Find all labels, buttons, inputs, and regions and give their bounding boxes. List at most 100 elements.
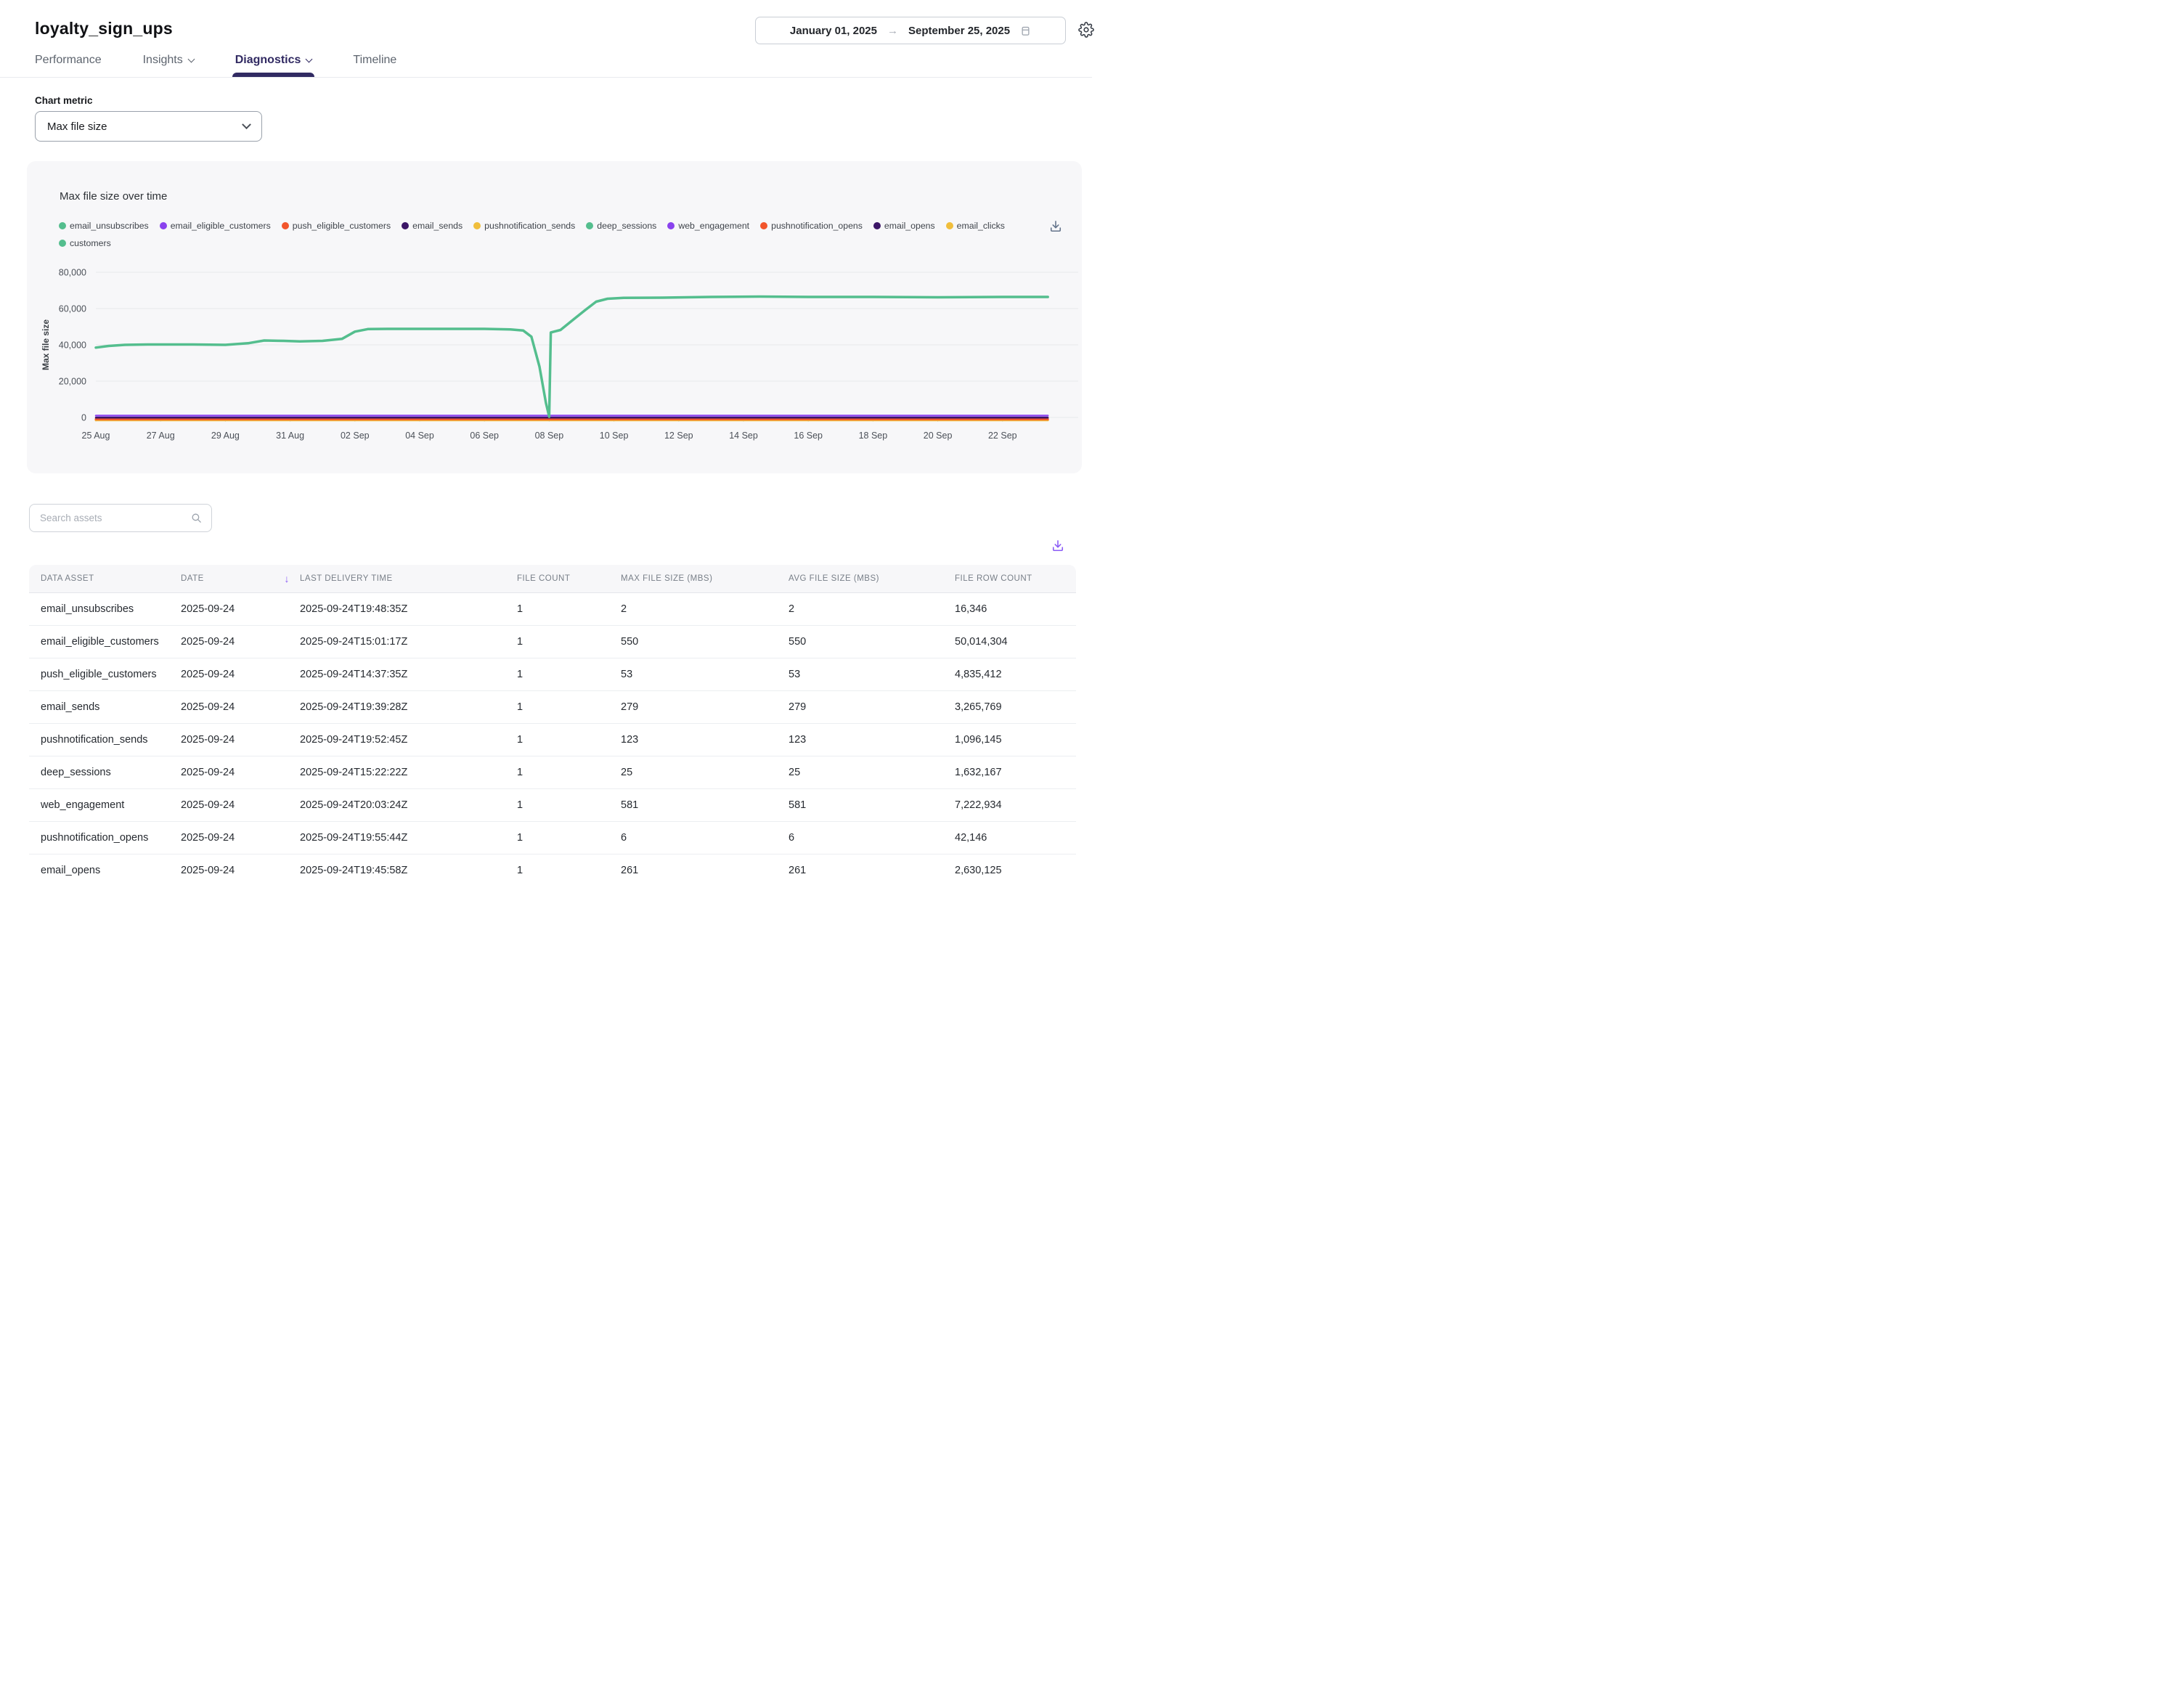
tab-insights[interactable]: Insights	[143, 54, 194, 76]
tab-label: Insights	[143, 54, 183, 66]
legend-label: push_eligible_customers	[293, 221, 391, 231]
cell: 2025-09-24T19:48:35Z	[300, 592, 517, 625]
cell: email_sends	[29, 690, 181, 723]
chart-metric-select[interactable]: Max file size	[35, 111, 262, 142]
column-header-last-delivery-time[interactable]: LAST DELIVERY TIME	[300, 565, 517, 592]
column-header-date[interactable]: DATE↓	[181, 565, 300, 592]
y-tick-label: 0	[81, 413, 86, 423]
cell: 1,096,145	[955, 723, 1076, 756]
cell: 2025-09-24T15:22:22Z	[300, 756, 517, 788]
column-header-data-asset[interactable]: DATA ASSET	[29, 565, 181, 592]
cell: 2025-09-24	[181, 658, 300, 690]
cell: 1	[517, 592, 621, 625]
cell: 123	[789, 723, 955, 756]
legend-dot	[760, 222, 767, 229]
chart-card: Max file size over time email_unsubscrib…	[27, 161, 1082, 473]
tabs-divider	[0, 77, 1092, 78]
y-tick-label: 60,000	[59, 304, 86, 314]
table-row-email_unsubscribes: email_unsubscribes2025-09-242025-09-24T1…	[29, 592, 1076, 625]
legend-item-deep_sessions[interactable]: deep_sessions	[586, 221, 656, 231]
legend-item-web_engagement[interactable]: web_engagement	[667, 221, 749, 231]
cell: 2025-09-24	[181, 625, 300, 658]
cell: deep_sessions	[29, 756, 181, 788]
table-row-push_eligible_customers: push_eligible_customers2025-09-242025-09…	[29, 658, 1076, 690]
cell: 25	[621, 756, 789, 788]
cell: 42,146	[955, 821, 1076, 854]
cell: 1	[517, 658, 621, 690]
cell: 2025-09-24	[181, 854, 300, 886]
chevron-down-icon	[306, 56, 313, 63]
date-range-start[interactable]: January 01, 2025	[790, 25, 877, 37]
sort-desc-icon: ↓	[285, 573, 290, 584]
table-download-button[interactable]	[1051, 539, 1065, 557]
column-label: FILE COUNT	[517, 574, 570, 583]
legend-item-pushnotification_sends[interactable]: pushnotification_sends	[473, 221, 575, 231]
legend-item-email_opens[interactable]: email_opens	[873, 221, 935, 231]
page-title: loyalty_sign_ups	[35, 19, 173, 38]
cell: pushnotification_sends	[29, 723, 181, 756]
column-header-avg-file-size-mbs-[interactable]: AVG FILE SIZE (MBS)	[789, 565, 955, 592]
legend-item-email_clicks[interactable]: email_clicks	[946, 221, 1005, 231]
y-tick-label: 20,000	[59, 377, 86, 387]
cell: 2025-09-24T20:03:24Z	[300, 788, 517, 821]
search-input[interactable]	[40, 513, 190, 523]
y-axis-title: Max file size	[41, 319, 51, 370]
legend-item-email_eligible_customers[interactable]: email_eligible_customers	[160, 221, 271, 231]
cell: 4,835,412	[955, 658, 1076, 690]
chart-download-button[interactable]	[1048, 219, 1063, 237]
date-range-end[interactable]: September 25, 2025	[908, 25, 1010, 37]
column-header-max-file-size-mbs-[interactable]: MAX FILE SIZE (MBS)	[621, 565, 789, 592]
legend-item-customers[interactable]: customers	[59, 238, 111, 248]
cell: email_eligible_customers	[29, 625, 181, 658]
legend-item-email_unsubscribes[interactable]: email_unsubscribes	[59, 221, 149, 231]
x-tick-label: 16 Sep	[794, 431, 823, 441]
legend-dot	[586, 222, 593, 229]
chart-metric-value: Max file size	[47, 121, 107, 133]
cell: 2025-09-24	[181, 821, 300, 854]
cell: 2,630,125	[955, 854, 1076, 886]
column-label: FILE ROW COUNT	[955, 574, 1032, 583]
legend-dot	[282, 222, 289, 229]
column-header-file-count[interactable]: FILE COUNT	[517, 565, 621, 592]
cell: 581	[789, 788, 955, 821]
column-header-file-row-count[interactable]: FILE ROW COUNT	[955, 565, 1076, 592]
cell: email_unsubscribes	[29, 592, 181, 625]
chevron-down-icon	[242, 120, 251, 129]
tab-timeline[interactable]: Timeline	[353, 54, 396, 76]
legend-item-pushnotification_opens[interactable]: pushnotification_opens	[760, 221, 863, 231]
y-tick-label: 40,000	[59, 340, 86, 351]
legend-dot	[59, 222, 66, 229]
column-label: DATA ASSET	[41, 574, 94, 583]
x-tick-label: 31 Aug	[276, 431, 304, 441]
chart-metric-label: Chart metric	[35, 95, 93, 106]
tab-diagnostics[interactable]: Diagnostics	[235, 54, 312, 76]
legend-label: email_sends	[412, 221, 463, 231]
cell: 2025-09-24T15:01:17Z	[300, 625, 517, 658]
download-icon	[1051, 539, 1065, 553]
date-range-picker[interactable]: January 01, 2025 → September 25, 2025	[755, 17, 1066, 44]
cell: 1	[517, 625, 621, 658]
y-tick-label: 80,000	[59, 268, 86, 278]
legend-label: customers	[70, 238, 111, 248]
legend-label: pushnotification_sends	[484, 221, 575, 231]
cell: 2025-09-24	[181, 788, 300, 821]
cell: 16,346	[955, 592, 1076, 625]
asset-search	[29, 504, 212, 532]
table-row-pushnotification_opens: pushnotification_opens2025-09-242025-09-…	[29, 821, 1076, 854]
legend-item-push_eligible_customers[interactable]: push_eligible_customers	[282, 221, 391, 231]
x-tick-label: 14 Sep	[729, 431, 758, 441]
tab-performance[interactable]: Performance	[35, 54, 102, 76]
legend-dot	[946, 222, 953, 229]
cell: 279	[789, 690, 955, 723]
legend-item-email_sends[interactable]: email_sends	[402, 221, 463, 231]
cell: 2025-09-24	[181, 690, 300, 723]
line-chart: 020,00040,00060,00080,000Max file size25…	[27, 261, 1082, 459]
settings-button[interactable]	[1078, 22, 1094, 38]
cell: web_engagement	[29, 788, 181, 821]
series-customers	[96, 297, 1048, 417]
cell: 123	[621, 723, 789, 756]
cell: 1	[517, 690, 621, 723]
cell: 261	[789, 854, 955, 886]
column-label: MAX FILE SIZE (MBS)	[621, 574, 712, 583]
table-body: email_unsubscribes2025-09-242025-09-24T1…	[29, 592, 1076, 886]
